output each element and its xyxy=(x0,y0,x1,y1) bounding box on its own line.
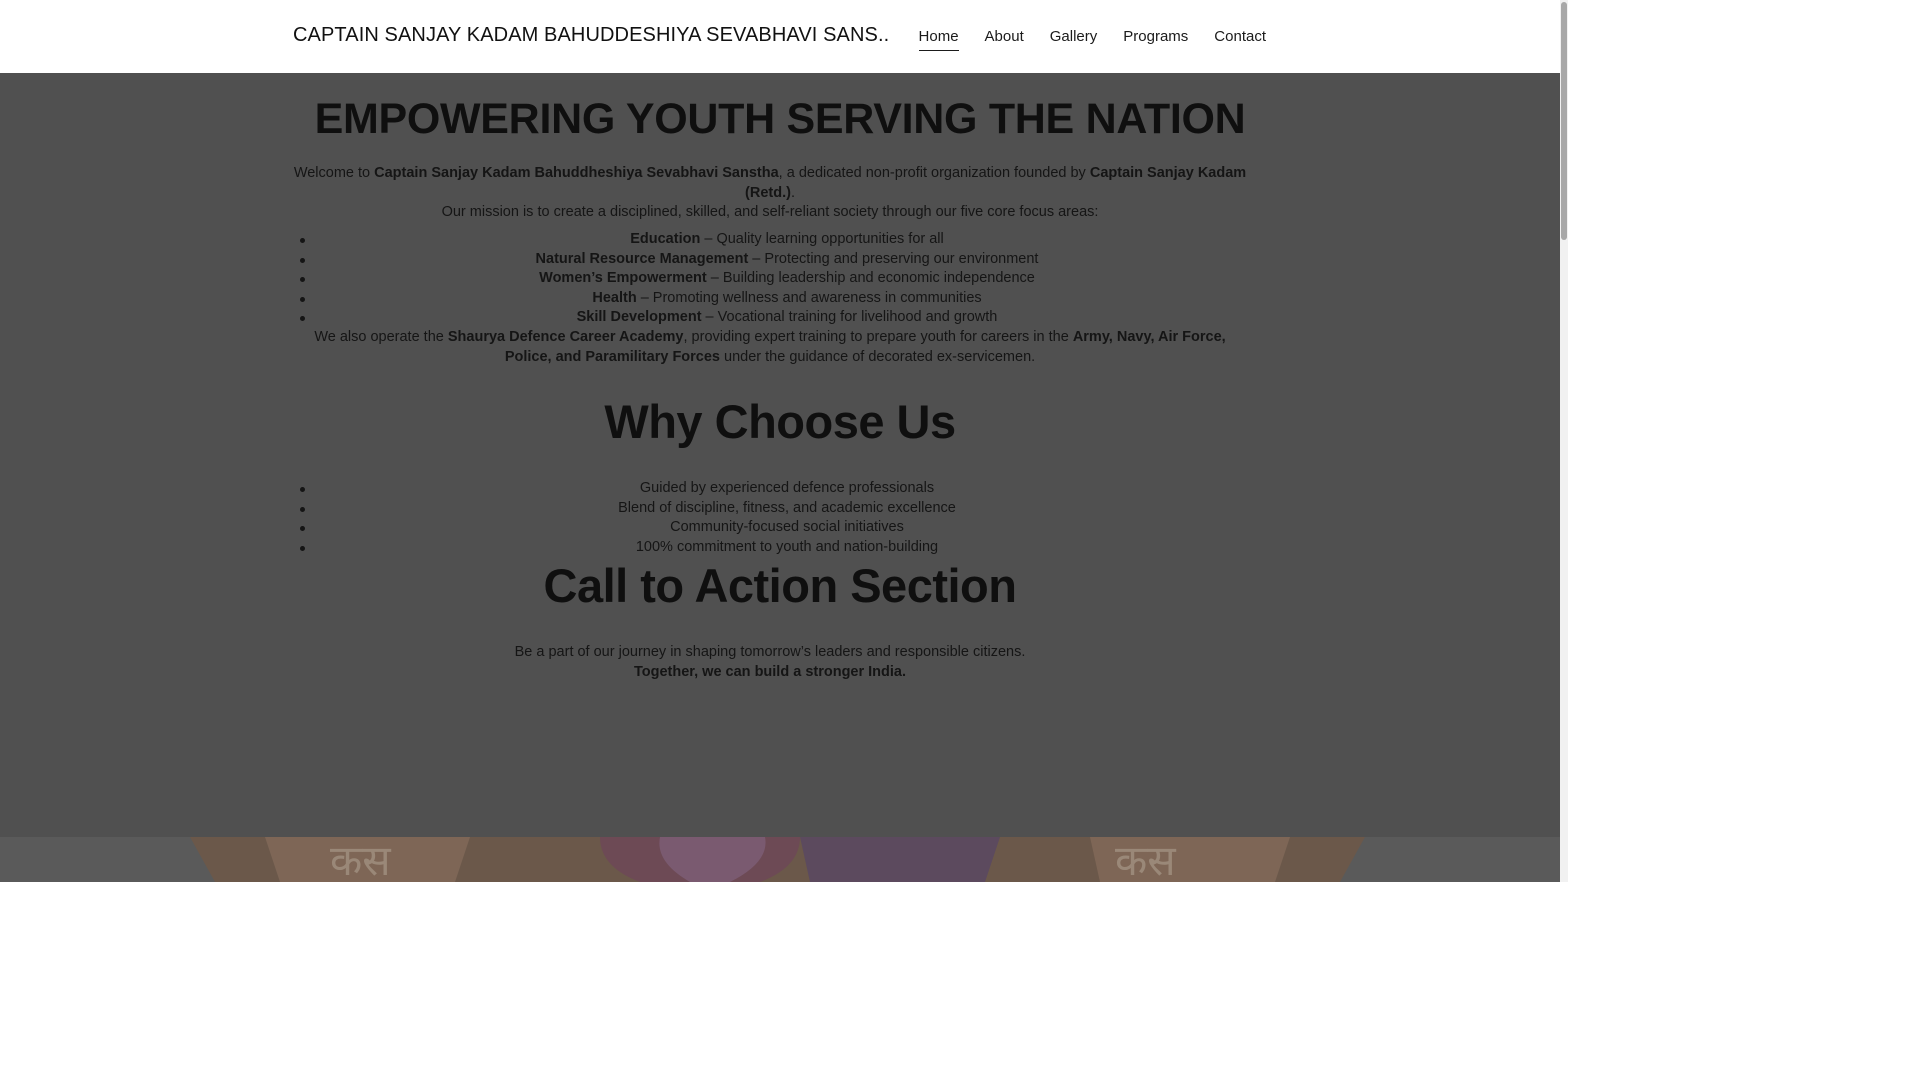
hero-heading: EMPOWERING YOUTH SERVING THE NATION xyxy=(314,95,1246,143)
list-item: Skill Development – Vocational training … xyxy=(300,308,1261,328)
list-item: Education – Quality learning opportuniti… xyxy=(300,230,1261,250)
academy-name: Shaurya Defence Career Academy xyxy=(447,329,684,345)
intro-text: , a dedicated non-profit organization fo… xyxy=(778,165,1090,181)
why-choose-heading: Why Choose Us xyxy=(604,395,956,448)
focus-title: Health xyxy=(592,289,637,306)
academy-text: under the guidance of decorated ex-servi… xyxy=(720,348,1036,365)
mission-text: Our mission is to create a disciplined, … xyxy=(441,204,1099,221)
focus-desc: – Promoting wellness and awareness in co… xyxy=(636,289,982,306)
cta-text: Be a part of our journey in shaping tomo… xyxy=(514,644,1026,660)
cta-paragraph: Be a part of our journey in shaping tomo… xyxy=(293,643,1247,682)
list-item: Guided by experienced defence profession… xyxy=(300,479,1261,499)
page-scrollbar[interactable] xyxy=(1560,0,1568,882)
academy-text: , providing expert training to prepare y… xyxy=(683,329,1073,345)
site-header: CAPTAIN SANJAY KADAM BAHUDDESHIYA SEVABH… xyxy=(0,0,1560,73)
nav-about[interactable]: About xyxy=(985,28,1024,45)
focus-desc: – Vocational training for livelihood and… xyxy=(701,309,998,326)
focus-title: Skill Development xyxy=(576,309,702,326)
list-item: Women’s Empowerment – Building leadershi… xyxy=(300,269,1261,289)
cta-heading: Call to Action Section xyxy=(543,559,1017,612)
academy-paragraph: We also operate the Shaurya Defence Care… xyxy=(293,328,1247,367)
list-item: Health – Promoting wellness and awarenes… xyxy=(300,289,1261,309)
nav-programs[interactable]: Programs xyxy=(1123,28,1188,45)
focus-desc: – Protecting and preserving our environm… xyxy=(748,250,1039,267)
academy-text: We also operate the xyxy=(314,329,448,345)
focus-desc: – Quality learning opportunities for all xyxy=(700,231,944,247)
intro-paragraph: Welcome to Captain Sanjay Kadam Bahuddhe… xyxy=(293,164,1247,223)
nav-gallery[interactable]: Gallery xyxy=(1050,28,1098,45)
focus-title: Education xyxy=(630,231,701,247)
focus-area-list: Education – Quality learning opportuniti… xyxy=(300,230,1261,328)
focus-title: Natural Resource Management xyxy=(535,250,749,267)
org-name: Captain Sanjay Kadam Bahuddheshiya Sevab… xyxy=(374,165,779,181)
main-content: EMPOWERING YOUTH SERVING THE NATION Welc… xyxy=(0,73,1560,837)
focus-desc: – Building leadership and economic indep… xyxy=(706,270,1035,287)
nav-home[interactable]: Home xyxy=(918,28,959,51)
site-title[interactable]: CAPTAIN SANJAY KADAM BAHUDDESHIYA SEVABH… xyxy=(293,24,889,47)
intro-text: Welcome to xyxy=(293,165,375,181)
cta-tagline: Together, we can build a stronger India. xyxy=(633,663,907,680)
svg-text:कस: कस xyxy=(1115,837,1176,882)
scrollbar-thumb[interactable] xyxy=(1561,2,1567,240)
hero-image: कस कस xyxy=(0,837,1560,882)
svg-text:कस: कस xyxy=(330,837,391,882)
logo-emblem-graphic: कस कस xyxy=(190,837,1365,882)
nav-contact[interactable]: Contact xyxy=(1214,28,1266,45)
list-item: Community-focused social initiatives xyxy=(300,518,1261,538)
list-item: Blend of discipline, fitness, and academ… xyxy=(300,499,1261,519)
list-item: Natural Resource Management – Protecting… xyxy=(300,250,1261,270)
list-item: 100% commitment to youth and nation-buil… xyxy=(300,538,1261,558)
main-nav: Home About Gallery Programs Contact xyxy=(918,28,1266,51)
focus-title: Women’s Empowerment xyxy=(539,270,707,287)
intro-text: . xyxy=(790,184,795,201)
why-choose-list: Guided by experienced defence profession… xyxy=(300,479,1261,558)
